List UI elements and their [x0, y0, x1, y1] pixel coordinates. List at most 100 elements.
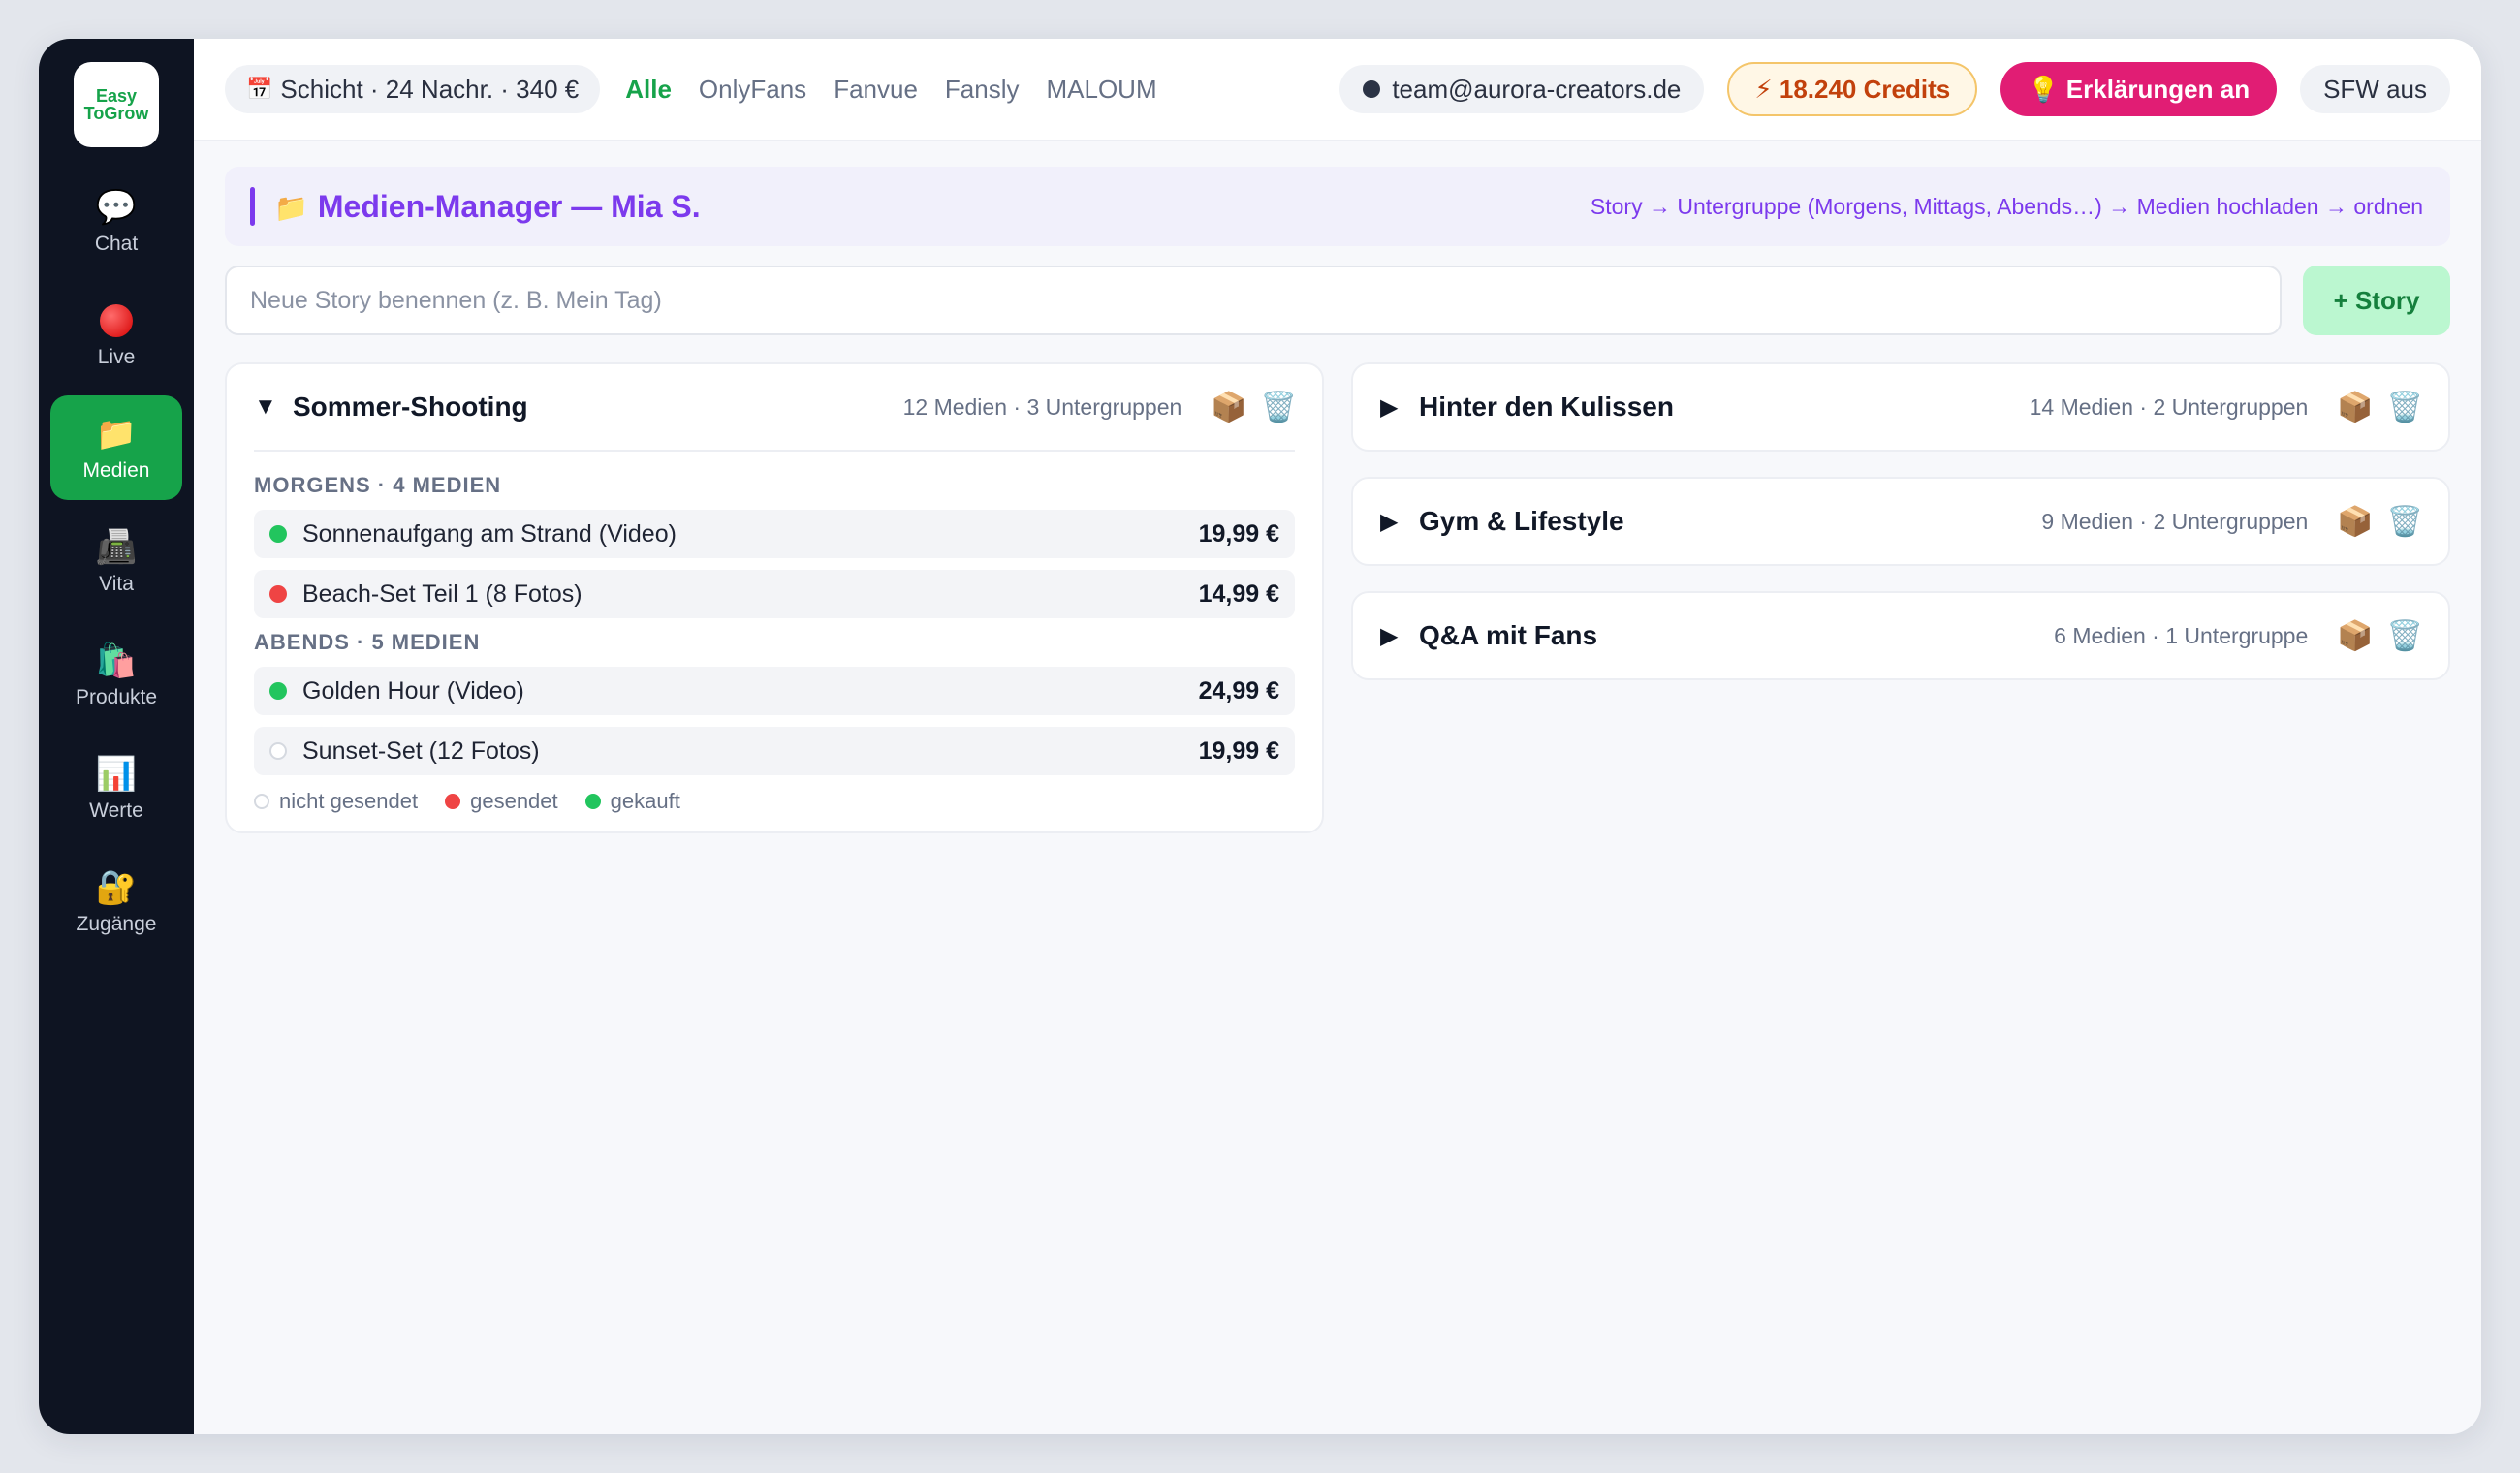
media-price: 14,99 €	[1198, 580, 1279, 608]
status-dot-nicht-gesendet	[254, 794, 269, 809]
legend-gesendet: gesendet	[445, 789, 558, 814]
sidebar-item-chat[interactable]: 💬 Chat	[50, 169, 182, 273]
story-card-header[interactable]: ▶ Q&A mit Fans 6 Medien · 1 Untergruppe …	[1353, 593, 2448, 678]
shopping-bags-icon: 🛍️	[95, 642, 138, 679]
sidebar-item-produkte[interactable]: 🛍️ Produkte	[50, 622, 182, 727]
expand-triangle-icon[interactable]: ▶	[1380, 393, 1402, 422]
expand-triangle-icon[interactable]: ▶	[1380, 622, 1402, 650]
sidebar-item-label: Werte	[89, 799, 143, 822]
add-story-button[interactable]: + Story	[2303, 266, 2450, 335]
story-card-header[interactable]: ▼ Sommer-Shooting 12 Medien · 3 Untergru…	[227, 364, 1322, 450]
status-dot-gesendet	[269, 585, 287, 603]
sidebar-item-label: Zugänge	[76, 913, 157, 935]
shift-summary[interactable]: 📅 Schicht · 24 Nachr. · 340 €	[225, 65, 601, 113]
media-name: Golden Hour (Video)	[302, 676, 524, 705]
live-dot-icon	[100, 299, 133, 342]
app-logo[interactable]: Easy ToGrow	[74, 62, 159, 147]
sidebar-item-label: Produkte	[75, 686, 158, 708]
page-header: 📁 Medien-Manager — Mia S. Story → Untergr…	[225, 167, 2450, 246]
story-column-left: ▼ Sommer-Shooting 12 Medien · 3 Untergru…	[225, 362, 1324, 833]
sidebar-item-medien[interactable]: 📁 Medien	[50, 395, 182, 500]
archive-box-icon[interactable]: 📦	[1211, 391, 1246, 424]
story-card-collapsed: ▶ Gym & Lifestyle 9 Medien · 2 Untergrup…	[1351, 477, 2450, 566]
story-title: Gym & Lifestyle	[1419, 506, 1624, 536]
story-card-header[interactable]: ▶ Hinter den Kulissen 14 Medien · 2 Unte…	[1353, 364, 2448, 450]
sidebar-item-zugaenge[interactable]: 🔐 Zugänge	[50, 849, 182, 954]
lock-key-icon: 🔐	[95, 869, 138, 906]
folder-icon: 📁	[95, 416, 138, 453]
media-price: 19,99 €	[1198, 519, 1279, 548]
media-row[interactable]: Sunset-Set (12 Fotos) 19,99 €	[254, 727, 1295, 775]
app-window: Easy ToGrow 💬 Chat Live 📁 Medien 📠 Vita …	[39, 39, 2481, 1434]
platform-tab-fanvue[interactable]: Fanvue	[834, 75, 918, 105]
account-status-dot	[1363, 80, 1381, 98]
media-name: Sonnenaufgang am Strand (Video)	[302, 519, 677, 548]
legend-gekauft: gekauft	[584, 789, 680, 814]
archive-box-icon[interactable]: 📦	[2337, 619, 2373, 653]
archive-box-icon[interactable]: 📦	[2337, 391, 2373, 424]
sidebar-item-label: Live	[97, 346, 136, 368]
status-dot-gekauft	[269, 525, 287, 543]
media-name: Sunset-Set (12 Fotos)	[302, 736, 540, 765]
platform-tab-fansly[interactable]: Fansly	[945, 75, 1020, 105]
sidebar-item-vita[interactable]: 📠 Vita	[50, 509, 182, 613]
status-dot-gekauft	[584, 794, 601, 809]
platform-tab-onlyfans[interactable]: OnlyFans	[699, 75, 806, 105]
media-row[interactable]: Golden Hour (Video) 24,99 €	[254, 667, 1295, 715]
page-title-text: Medien-Manager — Mia S.	[317, 188, 701, 224]
status-dot-gesendet	[445, 794, 461, 809]
email-text: team@aurora-creators.de	[1392, 74, 1682, 104]
shift-text: Schicht · 24 Nachr. · 340 €	[280, 74, 580, 104]
story-card-header[interactable]: ▶ Gym & Lifestyle 9 Medien · 2 Untergrup…	[1353, 479, 2448, 564]
topbar: 📅 Schicht · 24 Nachr. · 340 € Alle OnlyF…	[194, 39, 2481, 141]
header-accent-bar	[250, 187, 255, 226]
trash-icon[interactable]: 🗑️	[2387, 505, 2423, 539]
workflow-hint: Story → Untergruppe (Morgens, Mittags, A…	[1590, 193, 2423, 219]
collapse-triangle-icon[interactable]: ▼	[254, 393, 277, 421]
platform-tab-alle[interactable]: Alle	[625, 75, 672, 105]
new-story-row: + Story	[225, 266, 2450, 335]
platform-filter: Alle OnlyFans Fanvue Fansly MALOUM	[625, 75, 1183, 105]
archive-box-icon[interactable]: 📦	[2337, 505, 2373, 539]
status-legend: nicht gesendet gesendet gekauft	[254, 789, 1295, 814]
chat-bubble-icon: 💬	[95, 189, 138, 226]
logo-line-1: Easy	[95, 86, 138, 106]
sfw-toggle[interactable]: SFW aus	[2300, 65, 2450, 113]
sidebar-item-live[interactable]: Live	[50, 282, 182, 387]
story-card-body: MORGENS · 4 MEDIEN Sonnenaufgang am Stra…	[254, 450, 1295, 831]
media-row[interactable]: Sonnenaufgang am Strand (Video) 19,99 €	[254, 510, 1295, 558]
story-meta: 6 Medien · 1 Untergruppe	[2054, 622, 2309, 648]
platform-tab-maloum[interactable]: MALOUM	[1047, 75, 1157, 105]
story-title: Q&A mit Fans	[1419, 620, 1598, 650]
sidebar: Easy ToGrow 💬 Chat Live 📁 Medien 📠 Vita …	[39, 39, 194, 1434]
new-story-input[interactable]	[225, 266, 2282, 335]
media-row[interactable]: Beach-Set Teil 1 (8 Fotos) 14,99 €	[254, 570, 1295, 618]
media-price: 19,99 €	[1198, 736, 1279, 765]
expand-triangle-icon[interactable]: ▶	[1380, 508, 1402, 536]
legend-nicht-gesendet: nicht gesendet	[254, 789, 418, 814]
story-card-expanded: ▼ Sommer-Shooting 12 Medien · 3 Untergru…	[225, 362, 1324, 833]
story-meta: 14 Medien · 2 Untergruppen	[2029, 393, 2309, 420]
status-dot-gekauft	[269, 682, 287, 700]
story-columns: ▼ Sommer-Shooting 12 Medien · 3 Untergru…	[225, 362, 2450, 833]
subgroup-label: ABENDS · 5 MEDIEN	[254, 630, 481, 654]
trash-icon[interactable]: 🗑️	[1261, 391, 1297, 424]
page-title: 📁 Medien-Manager — Mia S.	[274, 189, 701, 225]
credits-badge[interactable]: ⚡ 18.240 Credits	[1727, 62, 1978, 116]
subgroup-label: MORGENS · 4 MEDIEN	[254, 473, 502, 497]
trash-icon[interactable]: 🗑️	[2387, 391, 2423, 424]
story-column-right: ▶ Hinter den Kulissen 14 Medien · 2 Unte…	[1351, 362, 2450, 833]
main-area: 📅 Schicht · 24 Nachr. · 340 € Alle OnlyF…	[194, 39, 2481, 1434]
sidebar-item-werte[interactable]: 📊 Werte	[50, 736, 182, 840]
explanations-toggle-button[interactable]: 💡 Erklärungen an	[2000, 62, 2278, 116]
sidebar-item-label: Medien	[82, 459, 150, 482]
status-dot-nicht-gesendet	[269, 742, 287, 760]
logo-line-2: ToGrow	[83, 104, 149, 123]
bar-chart-icon: 📊	[95, 756, 138, 793]
trash-icon[interactable]: 🗑️	[2387, 619, 2423, 653]
fax-icon: 📠	[95, 529, 138, 566]
media-price: 24,99 €	[1198, 676, 1279, 705]
story-meta: 12 Medien · 3 Untergruppen	[902, 393, 1182, 420]
content: 📁 Medien-Manager — Mia S. Story → Untergr…	[194, 141, 2481, 859]
account-email[interactable]: team@aurora-creators.de	[1339, 65, 1705, 113]
